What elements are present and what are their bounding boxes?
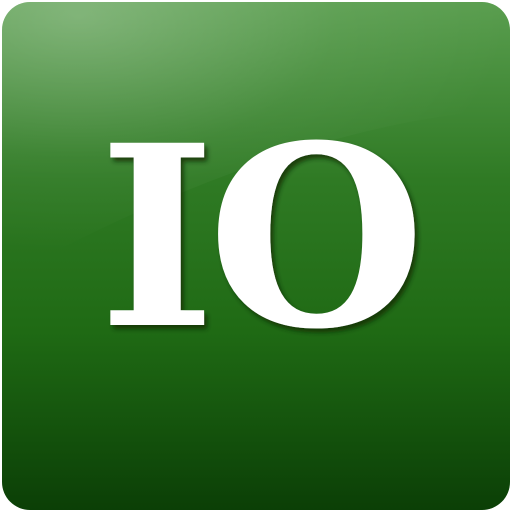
io-logo-tile: IO [2,2,510,510]
app-icon: IO [0,0,512,512]
logo-text: IO [99,90,418,384]
